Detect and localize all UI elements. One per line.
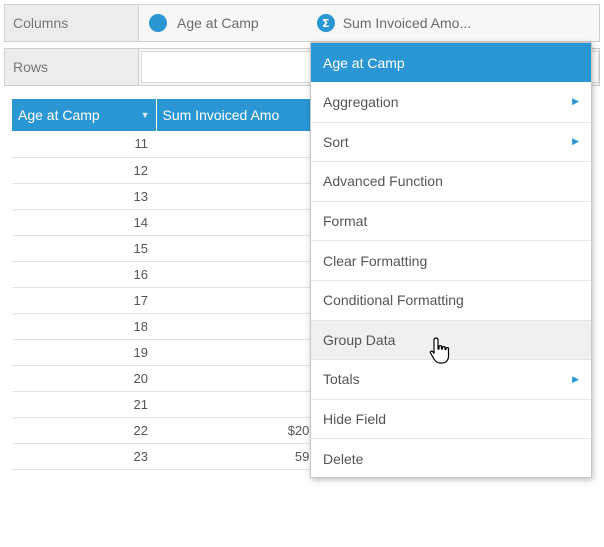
rows-shelf-label: Rows bbox=[5, 49, 139, 85]
cell-age: 14 bbox=[12, 209, 156, 236]
menu-item-advanced-function[interactable]: Advanced Function bbox=[311, 161, 591, 201]
menu-item-label: Totals bbox=[323, 371, 360, 388]
menu-item-label: Clear Formatting bbox=[323, 252, 428, 269]
header-age-at-camp[interactable]: Age at Camp ▼ bbox=[12, 99, 157, 131]
cell-age: 20 bbox=[12, 365, 156, 392]
cell-age: 11 bbox=[12, 131, 156, 158]
columns-drop-zone[interactable]: Age at Camp Σ Sum Invoiced Amo... bbox=[139, 5, 599, 41]
menu-item-conditional-formatting[interactable]: Conditional Formatting bbox=[311, 279, 591, 320]
dimension-dot-icon bbox=[149, 14, 167, 32]
menu-item-format[interactable]: Format bbox=[311, 200, 591, 241]
menu-item-label: Aggregation bbox=[323, 93, 399, 110]
submenu-arrow-icon: ▶ bbox=[572, 373, 579, 384]
submenu-arrow-icon: ▶ bbox=[572, 136, 579, 147]
cell-age: 18 bbox=[12, 313, 156, 340]
menu-item-delete[interactable]: Delete bbox=[311, 438, 591, 478]
column-field-label: Sum Invoiced Amo... bbox=[342, 15, 472, 31]
cell-age: 16 bbox=[12, 261, 156, 288]
header-label: Age at Camp bbox=[18, 107, 100, 123]
submenu-arrow-icon: ▶ bbox=[572, 96, 579, 107]
field-context-menu: Age at Camp Aggregation ▶ Sort ▶ Advanced Fu… bbox=[310, 42, 592, 478]
hand-pointer-icon bbox=[429, 337, 450, 364]
cell-age: 15 bbox=[12, 235, 156, 262]
menu-item-label: Conditional Formatting bbox=[323, 292, 464, 309]
menu-item-label: Sort bbox=[323, 133, 349, 150]
menu-item-aggregation[interactable]: Aggregation ▶ bbox=[311, 82, 591, 122]
cell-age: 12 bbox=[12, 157, 156, 184]
menu-item-label: Hide Field bbox=[323, 411, 387, 428]
menu-item-hide-field[interactable]: Hide Field bbox=[311, 398, 591, 439]
cell-age: 21 bbox=[12, 391, 156, 418]
sort-down-icon[interactable]: ▼ bbox=[141, 110, 150, 120]
menu-item-label: Group Data bbox=[323, 331, 396, 348]
sigma-icon: Σ bbox=[316, 14, 335, 32]
cell-age: 17 bbox=[12, 287, 156, 314]
cell-age: 13 bbox=[12, 183, 156, 210]
cell-age: 23 bbox=[12, 443, 156, 470]
menu-item-label: Advanced Function bbox=[323, 173, 443, 190]
cell-age: 22 bbox=[12, 417, 156, 444]
columns-shelf: Columns Age at Camp Σ Sum Invoiced Amo..… bbox=[4, 4, 600, 42]
menu-title: Age at Camp bbox=[311, 43, 591, 82]
menu-item-clear-formatting[interactable]: Clear Formatting bbox=[311, 240, 591, 280]
column-field-age-at-camp[interactable]: Age at Camp bbox=[139, 5, 259, 41]
column-field-label: Age at Camp bbox=[177, 15, 259, 31]
menu-item-label: Format bbox=[323, 213, 368, 230]
header-label: Sum Invoiced Amo bbox=[162, 107, 280, 123]
cell-age: 19 bbox=[12, 339, 156, 366]
menu-item-label: Delete bbox=[323, 450, 364, 467]
columns-shelf-label: Columns bbox=[5, 5, 139, 41]
column-field-sum-invoiced[interactable]: Σ Sum Invoiced Amo... bbox=[307, 5, 471, 41]
menu-item-sort[interactable]: Sort ▶ bbox=[311, 121, 591, 162]
menu-items: Aggregation ▶ Sort ▶ Advanced Function Format… bbox=[311, 82, 591, 478]
